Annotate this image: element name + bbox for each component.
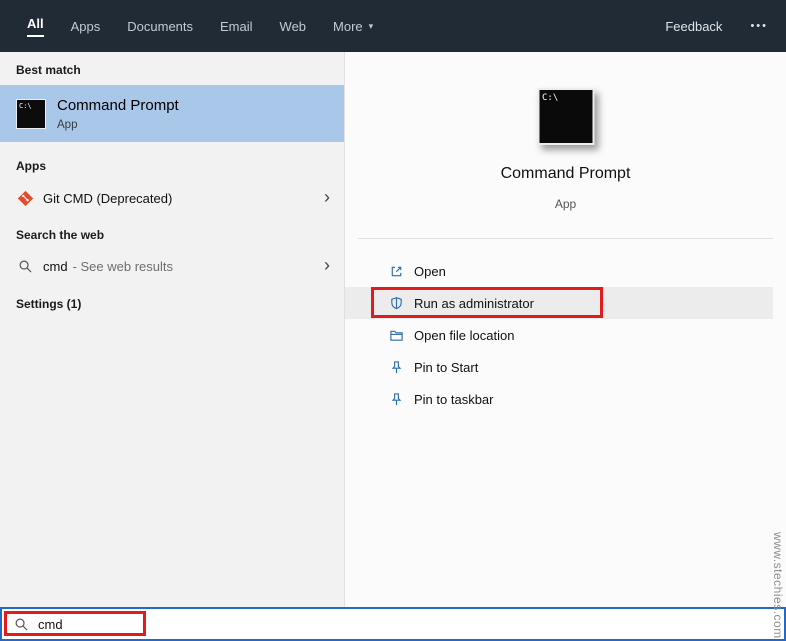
action-label: Open (414, 263, 446, 279)
result-title: Command Prompt (57, 96, 179, 114)
best-match-header: Best match (16, 63, 81, 77)
action-run-as-administrator[interactable]: Run as administrator (345, 287, 773, 319)
git-cmd-label: Git CMD (Deprecated) (43, 190, 173, 206)
search-body: Best match C:\ Command Prompt App Apps G… (0, 52, 786, 607)
result-subtitle: App (57, 118, 78, 131)
action-open[interactable]: Open (345, 255, 773, 287)
tab-all[interactable]: All (27, 0, 44, 52)
search-input[interactable] (38, 616, 258, 632)
chevron-right-icon: › (324, 187, 330, 208)
context-actions: Open Run as administrator Open file loca… (345, 255, 773, 415)
pin-icon (388, 391, 404, 407)
apps-header: Apps (16, 159, 46, 173)
tab-web-label: Web (279, 18, 307, 34)
topbar-right-group: Feedback ••• (665, 0, 768, 52)
tab-more-label: More (333, 18, 363, 34)
search-web-header: Search the web (16, 228, 105, 242)
tab-web[interactable]: Web (280, 0, 307, 52)
tab-email-label: Email (220, 18, 253, 34)
preview-panel: C:\ Command Prompt App Open Run as admin… (345, 52, 786, 607)
settings-header: Settings (1) (16, 297, 82, 311)
web-search-result[interactable]: cmd - See web results › (0, 250, 344, 282)
tab-email[interactable]: Email (220, 0, 253, 52)
chevron-right-icon: › (324, 255, 330, 276)
action-label: Pin to taskbar (414, 391, 494, 407)
results-panel: Best match C:\ Command Prompt App Apps G… (0, 52, 345, 607)
command-prompt-icon-text: C:\ (542, 93, 559, 103)
tab-all-label: All (27, 16, 44, 37)
action-open-file-location[interactable]: Open file location (345, 319, 773, 351)
best-match-result[interactable]: C:\ Command Prompt App (0, 85, 344, 142)
search-icon (14, 616, 30, 632)
best-match-text: Command Prompt App (57, 97, 179, 131)
tab-apps[interactable]: Apps (71, 0, 101, 52)
shield-icon (388, 295, 404, 311)
search-icon (16, 257, 34, 275)
action-label: Pin to Start (414, 359, 479, 375)
search-filter-bar: All Apps Documents Email Web More ▾ Feed… (0, 0, 786, 52)
app-subtitle: App (554, 197, 577, 211)
web-suffix-text: - See web results (72, 258, 173, 274)
dropdown-arrow-icon: ▾ (368, 20, 374, 31)
action-label: Open file location (414, 327, 515, 343)
action-pin-to-start[interactable]: Pin to Start (345, 351, 773, 383)
tab-more[interactable]: More ▾ (333, 0, 373, 52)
action-pin-to-taskbar[interactable]: Pin to taskbar (345, 383, 773, 415)
web-query-text: cmd (43, 258, 68, 274)
git-icon (16, 189, 34, 207)
feedback-button[interactable]: Feedback (665, 19, 722, 34)
filter-tabs: All Apps Documents Email Web More ▾ (27, 0, 373, 52)
taskbar-search-box[interactable] (0, 607, 786, 641)
tab-apps-label: Apps (70, 18, 101, 34)
command-prompt-icon-large: C:\ (537, 88, 594, 145)
windows-search-flyout: All Apps Documents Email Web More ▾ Feed… (0, 0, 786, 641)
app-title: Command Prompt (500, 165, 631, 182)
divider (358, 238, 773, 239)
watermark: www.stechies.com (771, 532, 785, 639)
git-cmd-result[interactable]: Git CMD (Deprecated) › (0, 182, 344, 214)
folder-icon (388, 327, 404, 343)
tab-documents-label: Documents (127, 18, 194, 34)
action-label: Run as administrator (414, 295, 534, 311)
tab-documents[interactable]: Documents (127, 0, 193, 52)
overflow-menu-icon[interactable]: ••• (750, 20, 768, 32)
open-icon (388, 263, 404, 279)
command-prompt-icon: C:\ (16, 98, 46, 129)
command-prompt-icon-text: C:\ (19, 101, 32, 110)
pin-icon (388, 359, 404, 375)
